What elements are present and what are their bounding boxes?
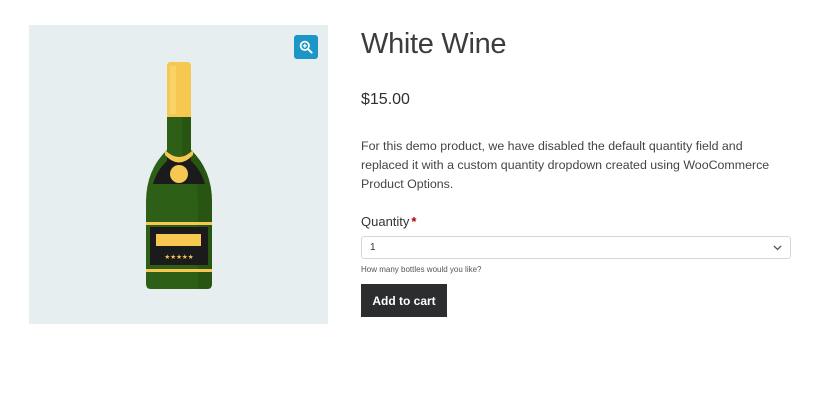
required-asterisk: *: [411, 214, 417, 229]
product-gallery: ★★★★★: [29, 25, 328, 324]
chevron-down-icon: [773, 245, 782, 250]
bottle-label-plate: [156, 234, 201, 246]
quantity-selected-value: 1: [370, 242, 376, 253]
product-summary: White Wine $15.00 For this demo product,…: [361, 25, 791, 317]
quantity-label-text: Quantity: [361, 214, 410, 229]
quantity-help-text: How many bottles would you like?: [361, 265, 482, 274]
bottle-band-bottom: [146, 269, 212, 272]
bottle-medallion: [170, 165, 188, 183]
product-description: For this demo product, we have disabled …: [361, 139, 770, 191]
product-image[interactable]: ★★★★★: [142, 62, 216, 290]
add-to-cart-button[interactable]: Add to cart: [361, 284, 447, 317]
bottle-foil-highlight: [170, 66, 176, 114]
bottle-label-stars: ★★★★★: [164, 253, 193, 261]
product-price: $15.00: [361, 91, 410, 108]
quantity-dropdown[interactable]: 1: [361, 236, 791, 259]
product-page: ★★★★★ White Wine $15.00 For this demo pr…: [0, 0, 820, 395]
bottle-band-top: [146, 222, 212, 225]
zoom-in-icon: [299, 40, 313, 54]
quantity-label: Quantity *: [361, 214, 791, 230]
product-title: White Wine: [361, 28, 507, 60]
zoom-button[interactable]: [294, 35, 318, 59]
